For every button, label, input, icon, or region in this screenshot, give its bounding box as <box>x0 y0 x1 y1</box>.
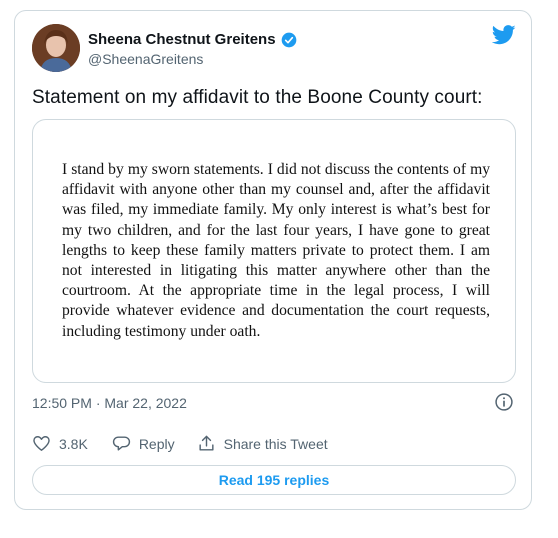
info-icon[interactable] <box>494 392 514 412</box>
like-button[interactable]: 3.8K <box>32 434 88 453</box>
verified-badge-icon <box>281 32 296 47</box>
tweet-actions: 3.8K Reply Share this Tweet <box>32 434 328 453</box>
avatar[interactable] <box>32 24 80 72</box>
author-handle[interactable]: @SheenaGreitens <box>88 51 203 67</box>
reply-button[interactable]: Reply <box>112 434 175 453</box>
reply-label: Reply <box>138 435 175 452</box>
share-icon <box>199 435 214 451</box>
tweet-timestamp[interactable]: 12:50 PM · Mar 22, 2022 <box>32 395 187 411</box>
statement-text: I stand by my sworn statements. I did no… <box>62 161 490 340</box>
reply-bubble-icon <box>112 436 130 451</box>
statement-image[interactable]: I stand by my sworn statements. I did no… <box>32 119 516 383</box>
tweet-card: Sheena Chestnut Greitens @SheenaGreitens… <box>14 10 532 510</box>
like-count: 3.8K <box>59 435 88 452</box>
share-label: Share this Tweet <box>223 435 328 452</box>
author-row: Sheena Chestnut Greitens <box>88 31 297 48</box>
share-button[interactable]: Share this Tweet <box>197 434 328 453</box>
twitter-bird-icon[interactable] <box>492 25 516 45</box>
heart-icon <box>33 436 50 451</box>
read-replies-button[interactable]: Read 195 replies <box>32 465 516 495</box>
author-name[interactable]: Sheena Chestnut Greitens <box>88 31 276 48</box>
tweet-text: Statement on my affidavit to the Boone C… <box>32 87 483 108</box>
